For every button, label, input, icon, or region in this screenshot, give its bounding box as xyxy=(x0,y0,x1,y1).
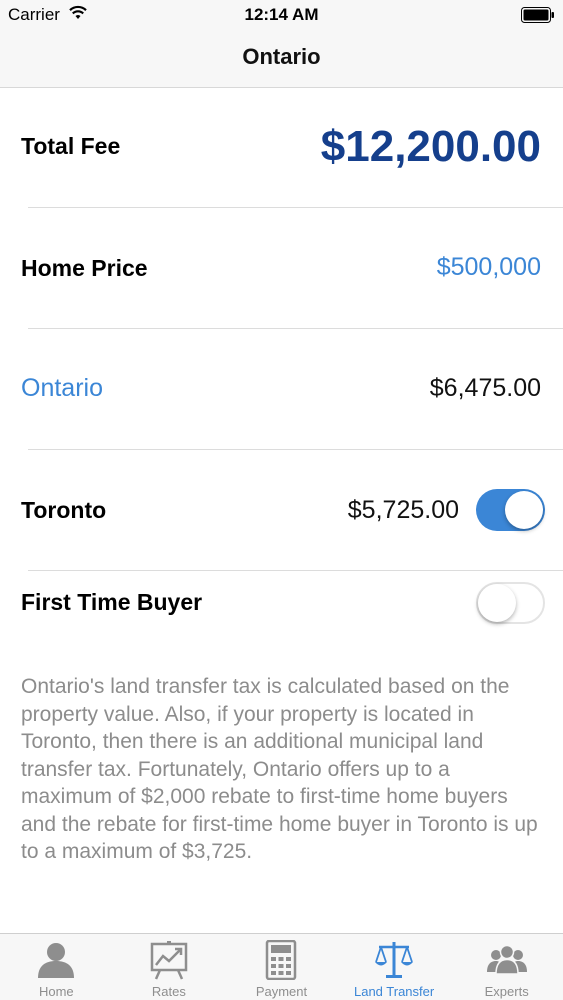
tab-home[interactable]: Home xyxy=(0,934,113,1000)
scales-icon xyxy=(375,942,414,978)
toggle-knob xyxy=(478,584,516,622)
tab-bar: Home Rates Payment Land Transfer Experts xyxy=(0,933,563,1000)
status-bar: Carrier 12:14 AM xyxy=(0,0,563,30)
first-time-buyer-toggle[interactable] xyxy=(476,582,545,624)
divider xyxy=(28,207,563,208)
person-icon xyxy=(38,943,75,978)
tab-rates[interactable]: Rates xyxy=(113,934,226,1000)
battery-icon xyxy=(521,7,554,23)
divider xyxy=(28,449,563,450)
tab-label: Land Transfer xyxy=(353,984,435,999)
tab-payment[interactable]: Payment xyxy=(225,934,338,1000)
group-icon xyxy=(486,944,527,975)
total-fee-value: $12,200.00 xyxy=(320,122,541,171)
tab-land-transfer[interactable]: Land Transfer xyxy=(338,934,451,1000)
page-title: Ontario xyxy=(242,44,321,69)
toronto-tax-value: $5,725.00 xyxy=(347,496,459,524)
first-time-buyer-label: First Time Buyer xyxy=(21,589,203,615)
tab-label: Rates xyxy=(151,984,186,999)
home-price-value[interactable]: $500,000 xyxy=(437,253,541,282)
total-fee-label: Total Fee xyxy=(21,133,121,159)
tab-experts[interactable]: Experts xyxy=(450,934,563,1000)
navigation-bar: Ontario xyxy=(0,30,563,88)
toronto-toggle[interactable] xyxy=(476,489,545,531)
province-selector[interactable]: Ontario xyxy=(21,374,103,403)
divider xyxy=(28,570,563,571)
calculator-icon xyxy=(266,940,297,980)
tab-label: Home xyxy=(38,984,74,999)
home-price-label: Home Price xyxy=(21,255,148,281)
description-text: Ontario's land transfer tax is calculate… xyxy=(21,675,538,863)
chart-board-icon xyxy=(150,941,188,980)
divider xyxy=(28,328,563,329)
province-tax-value: $6,475.00 xyxy=(429,374,541,402)
toggle-knob xyxy=(505,491,543,529)
tab-label: Payment xyxy=(255,984,308,999)
toronto-label: Toronto xyxy=(21,497,107,523)
tab-label: Experts xyxy=(484,984,529,999)
clock: 12:14 AM xyxy=(244,5,319,24)
